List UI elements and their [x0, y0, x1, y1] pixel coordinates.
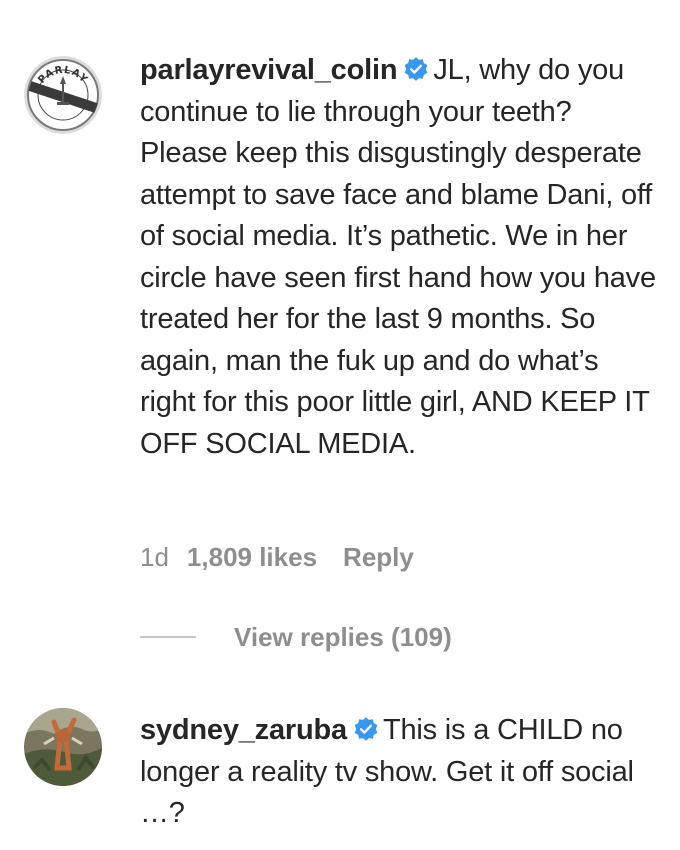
comment-username[interactable]: sydney_zaruba [140, 714, 347, 746]
view-replies-label: View replies (109) [234, 621, 452, 652]
verified-badge-icon [404, 57, 428, 81]
comment-content: parlayrevival_colin JL, why do you conti… [140, 50, 660, 465]
avatar[interactable] [24, 708, 102, 786]
avatar[interactable]: PARLAY REVIVAL [24, 56, 102, 134]
comment-content: sydney_zaruba This is a CHILD no longer … [140, 710, 660, 835]
comment-text: JL, why do you continue to lie through y… [140, 54, 656, 460]
divider-line [140, 636, 196, 638]
comment-item: PARLAY REVIVAL parlayrevival_colin JL, w… [0, 0, 680, 600]
comment-username[interactable]: parlayrevival_colin [140, 54, 398, 86]
comment-timestamp[interactable]: 1d [140, 542, 169, 572]
photo-avatar-icon [24, 708, 102, 786]
parlay-revival-logo-avatar-icon: PARLAY REVIVAL [24, 56, 102, 134]
comment-item: sydney_zaruba This is a CHILD no longer … [0, 690, 680, 850]
verified-badge-icon [354, 717, 378, 741]
comment-likes-count[interactable]: 1,809 likes [187, 542, 317, 572]
comment-meta: 1d 1,809 likes Reply [140, 542, 414, 573]
reply-button[interactable]: Reply [343, 542, 414, 572]
view-replies-button[interactable]: View replies (109) [140, 619, 452, 655]
